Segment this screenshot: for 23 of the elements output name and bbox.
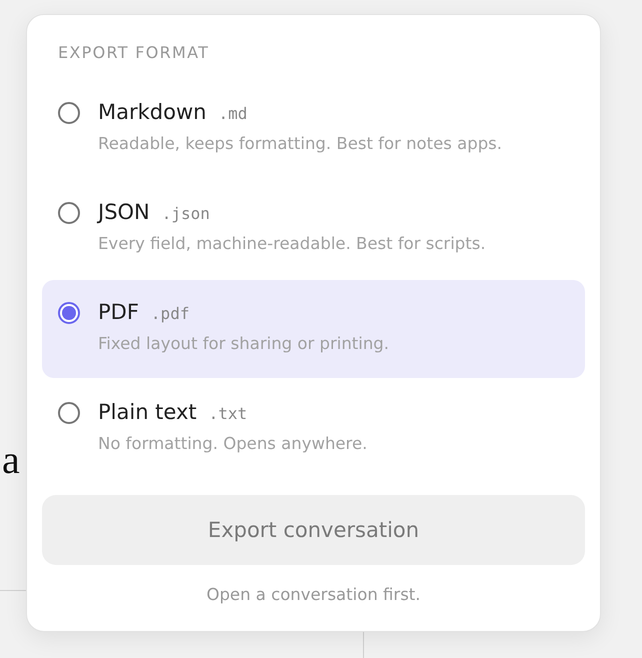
radio-button[interactable] [58,202,80,224]
radio-button[interactable] [58,402,80,424]
file-extension: .json [162,204,210,223]
option-description: Fixed layout for sharing or printing. [98,334,390,353]
option-label: Markdown [98,100,206,124]
option-description: No formatting. Opens anywhere. [98,434,368,453]
format-option[interactable]: Plain text .txt No formatting. Opens anywhere. [42,380,585,478]
radio-button[interactable] [58,302,80,324]
option-label: JSON [98,200,150,224]
option-label: Plain text [98,400,197,424]
file-extension: .txt [208,404,248,423]
format-option[interactable]: Markdown .md Readable, keeps formatting. Best for notes apps. [42,80,585,178]
hint-text: Open a conversation first. [205,585,422,604]
radio-button[interactable] [58,102,80,124]
option-description: Readable, keeps formatting. Best for notes apps. [98,134,502,153]
section-heading: EXPORT FORMAT [57,43,210,62]
format-option[interactable]: PDF .pdf Fixed layout for sharing or printing. [42,280,585,378]
file-extension: .md [218,104,248,123]
format-option[interactable]: JSON .json Every field, machine-readable. Best for scripts. [42,180,585,278]
background-text: a [2,440,20,480]
file-extension: .pdf [150,304,190,323]
option-description: Every field, machine-readable. Best for scripts. [98,234,486,253]
option-label: PDF [98,300,139,324]
